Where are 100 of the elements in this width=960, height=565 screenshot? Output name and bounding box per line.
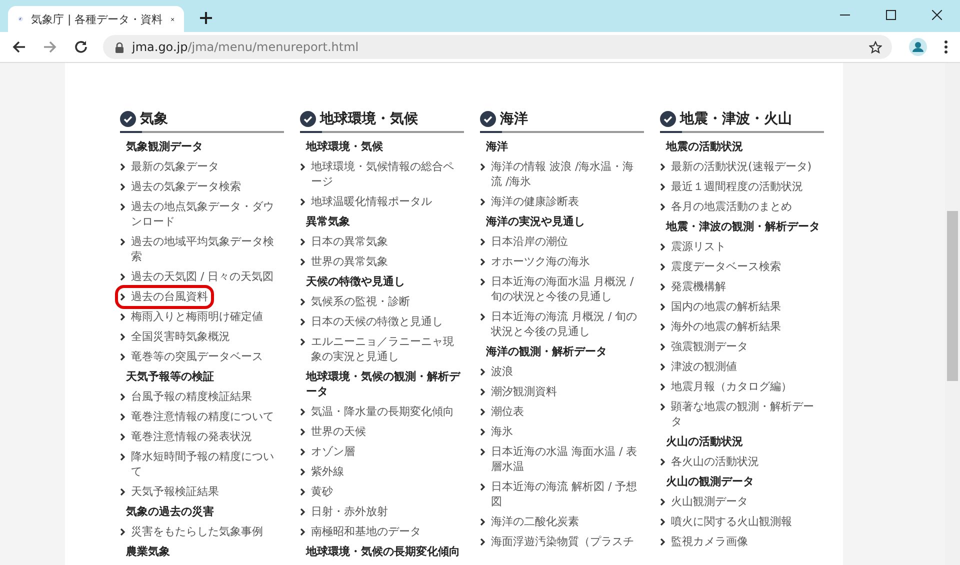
menu-link[interactable]: 海外の地震の解析結果 xyxy=(657,317,785,337)
menu-link[interactable]: 最近１週間程度の活動状況 xyxy=(657,177,807,197)
link-text: オゾン層 xyxy=(311,444,355,459)
menu-link[interactable]: 海面浮遊汚染物質（プラスチ xyxy=(477,532,638,552)
menu-link[interactable]: 日本近海の海流 解析図 / 予想図 xyxy=(477,477,644,512)
menu-link[interactable]: 潮汐観測資料 xyxy=(477,382,561,402)
link-text: 各月の地震活動のまとめ xyxy=(671,199,792,214)
close-icon[interactable] xyxy=(932,10,942,20)
forward-icon[interactable] xyxy=(43,40,57,54)
menu-link[interactable]: オゾン層 xyxy=(297,442,359,462)
menu-link[interactable]: 全国災害時気象概況 xyxy=(117,327,234,347)
link-text: 津波の観測値 xyxy=(671,359,737,374)
menu-link[interactable]: 監視カメラ画像 xyxy=(657,532,752,552)
chevron-icon xyxy=(120,163,126,171)
menu-link[interactable]: 災害をもたらした気象事例 xyxy=(117,522,267,542)
menu-link[interactable]: 海洋の二酸化炭素 xyxy=(477,512,583,532)
menu-link[interactable]: 紫外線 xyxy=(297,462,348,482)
group-heading: 火山の活動状況 xyxy=(665,434,744,450)
menu-link[interactable]: 台風予報の精度検証結果 xyxy=(117,387,256,407)
link-text: 日本近海の海流 月概況 / 旬の状況と今後の見通し xyxy=(491,309,638,339)
menu-link[interactable]: 最新の活動状況(速報データ) xyxy=(657,157,816,177)
menu-link[interactable]: 世界の異常気象 xyxy=(297,252,392,272)
link-text: 海洋の健康診断表 xyxy=(491,194,579,209)
reload-icon[interactable] xyxy=(74,40,88,54)
link-text: 全国災害時気象概況 xyxy=(131,329,230,344)
menu-link[interactable]: 潮位表 xyxy=(477,402,528,422)
menu-link[interactable]: 海洋の健康診断表 xyxy=(477,192,583,212)
link-text: 地震月報（カタログ編） xyxy=(671,379,792,394)
menu-link[interactable]: 震源リスト xyxy=(657,237,730,257)
chevron-icon xyxy=(660,383,666,391)
menu-link[interactable]: 梅雨入りと梅雨明け確定値 xyxy=(117,307,267,327)
section-title: 地震・津波・火山 xyxy=(680,110,792,128)
link-text: 発震機構解 xyxy=(671,279,726,294)
menu-link[interactable]: 過去の気象データ検索 xyxy=(117,177,245,197)
star-icon[interactable] xyxy=(869,40,882,54)
avatar-icon[interactable] xyxy=(909,38,927,56)
menu-link[interactable]: 竜巻等の突風データベース xyxy=(117,347,267,367)
menu-link[interactable]: 気温・降水量の長期変化傾向 xyxy=(297,402,458,422)
menu-link[interactable]: 噴火に関する火山観測報 xyxy=(657,512,796,532)
link-text: 過去の地点気象データ・ダウンロード xyxy=(131,199,275,229)
menu-link[interactable]: 過去の地域平均気象データ検索 xyxy=(117,232,284,267)
menu-link[interactable]: 日本沿岸の潮位 xyxy=(477,232,572,252)
menu-link[interactable]: 日本の天候の特徴と見通し xyxy=(297,312,447,332)
menu-link[interactable]: 過去の天気図 / 日々の天気図 xyxy=(117,267,278,287)
link-text: 黄砂 xyxy=(311,484,333,499)
url-text: jma.go.jp/jma/menu/menureport.html xyxy=(132,40,359,54)
menu-link[interactable]: オホーツク海の海氷 xyxy=(477,252,594,272)
menu-link[interactable]: 日本近海の水温 海面水温 / 表層水温 xyxy=(477,442,644,477)
menu-link[interactable]: 世界の天候 xyxy=(297,422,370,442)
chevron-icon xyxy=(660,203,666,211)
menu-link[interactable]: 竜巻注意情報の精度について xyxy=(117,407,278,427)
chevron-icon xyxy=(120,183,126,191)
menu-link[interactable]: 日本近海の海流 月概況 / 旬の状況と今後の見通し xyxy=(477,307,644,342)
link-text: オホーツク海の海氷 xyxy=(491,254,590,269)
link-text: 過去の天気図 / 日々の天気図 xyxy=(131,269,274,284)
menu-link[interactable]: 過去の地点気象データ・ダウンロード xyxy=(117,197,284,232)
scrollbar-thumb[interactable] xyxy=(947,211,958,381)
menu-link[interactable]: 竜巻注意情報の発表状況 xyxy=(117,427,256,447)
chevron-icon xyxy=(300,408,306,416)
link-text: 気温・降水量の長期変化傾向 xyxy=(311,404,454,419)
menu-link[interactable]: 地球温暖化情報ポータル xyxy=(297,192,436,212)
maximize-icon[interactable] xyxy=(886,10,896,20)
menu-link[interactable]: 国内の地震の解析結果 xyxy=(657,297,785,317)
link-text: 最新の活動状況(速報データ) xyxy=(671,159,812,174)
menu-link[interactable]: 黄砂 xyxy=(297,482,337,502)
menu-link[interactable]: 気候系の監視・診断 xyxy=(297,292,414,312)
chevron-icon xyxy=(480,238,486,246)
address-bar[interactable]: jma.go.jp/jma/menu/menureport.html xyxy=(103,35,892,59)
link-text: 日本沿岸の潮位 xyxy=(491,234,568,249)
menu-link[interactable]: 波浪 xyxy=(477,362,517,382)
menu-link[interactable]: 地震月報（カタログ編） xyxy=(657,377,796,397)
menu-link[interactable]: 震度データベース検索 xyxy=(657,257,785,277)
chevron-icon xyxy=(120,488,126,496)
chevron-icon xyxy=(300,238,306,246)
back-icon[interactable] xyxy=(12,40,26,54)
menu-link[interactable]: 各火山の活動状況 xyxy=(657,452,763,472)
menu-link[interactable]: 天気予報検証結果 xyxy=(117,482,223,502)
menu-link[interactable]: 津波の観測値 xyxy=(657,357,741,377)
menu-icon[interactable] xyxy=(944,40,948,54)
menu-link[interactable]: 火山観測データ xyxy=(657,492,752,512)
menu-link[interactable]: 発震機構解 xyxy=(657,277,730,297)
new-tab-icon[interactable] xyxy=(200,12,212,24)
menu-link[interactable]: 降水短時間予報の精度について xyxy=(117,447,284,482)
menu-link[interactable]: 南極昭和基地のデータ xyxy=(297,522,425,542)
menu-link[interactable]: 過去の台風資料 xyxy=(117,287,212,307)
menu-link[interactable]: エルニーニョ／ラニーニャ現象の実況と見通し xyxy=(297,332,464,367)
chevron-icon xyxy=(300,298,306,306)
menu-link[interactable]: 日射・赤外放射 xyxy=(297,502,392,522)
chevron-icon xyxy=(120,293,126,301)
menu-link[interactable]: 顕著な地震の観測・解析データ xyxy=(657,397,824,432)
menu-link[interactable]: 海氷 xyxy=(477,422,517,442)
menu-link[interactable]: 強震観測データ xyxy=(657,337,752,357)
menu-link[interactable]: 海洋の情報 波浪 /海水温・海流 /海氷 xyxy=(477,157,644,192)
menu-link[interactable]: 地球環境・気候情報の総合ページ xyxy=(297,157,464,192)
menu-link[interactable]: 各月の地震活動のまとめ xyxy=(657,197,796,217)
chevron-icon xyxy=(120,528,126,536)
menu-link[interactable]: 日本近海の海面水温 月概況 / 旬の状況と今後の見通し xyxy=(477,272,644,307)
menu-link[interactable]: 日本の異常気象 xyxy=(297,232,392,252)
browser-tab[interactable]: 気象庁 | 各種データ・資料 xyxy=(8,6,184,32)
menu-link[interactable]: 最新の気象データ xyxy=(117,157,223,177)
